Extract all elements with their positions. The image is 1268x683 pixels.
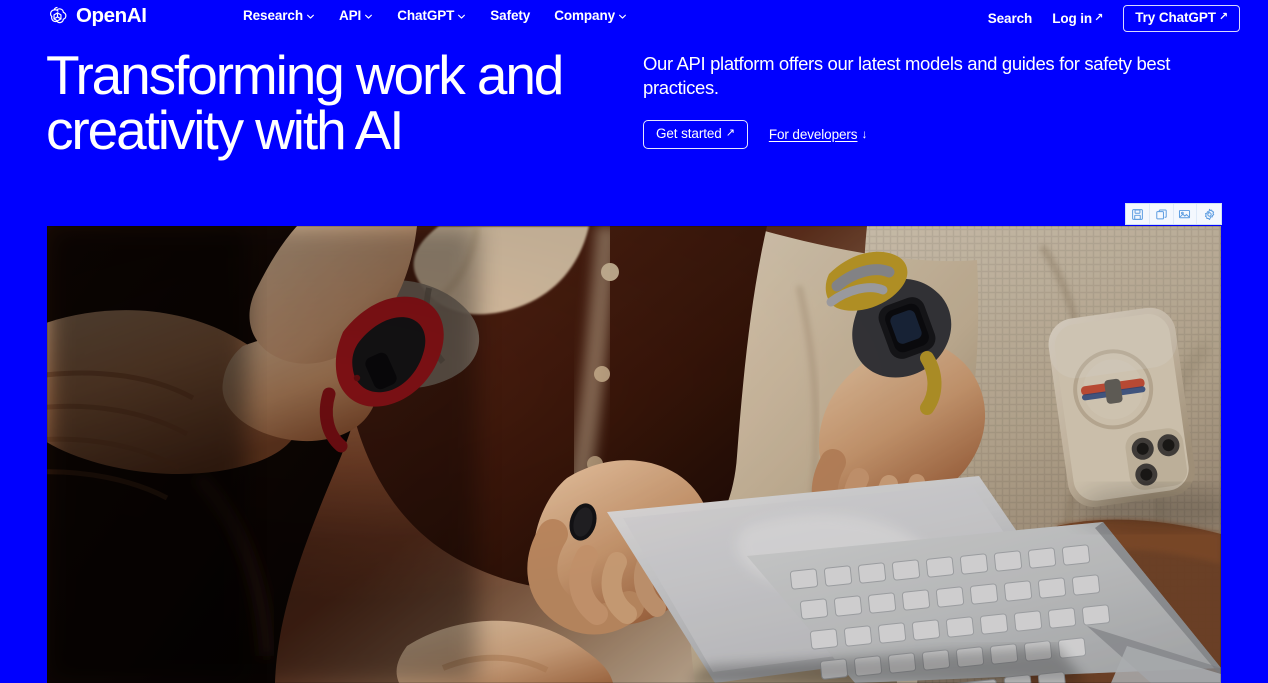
nav-item-safety-label: Safety: [490, 8, 531, 23]
for-developers-label: For developers: [768, 126, 858, 142]
secondary-nav-list: Search Log in ↗ Try ChatGPT ↗: [988, 5, 1240, 32]
arrow-up-right-icon: ↗: [725, 127, 735, 140]
nav-item-safety[interactable]: Safety: [490, 8, 530, 23]
search-label: Search: [987, 10, 1033, 26]
page-title: Transforming work and creativity with AI: [46, 44, 564, 161]
try-chatgpt-button[interactable]: Try ChatGPT ↗: [1123, 5, 1240, 32]
image-button[interactable]: [1174, 204, 1198, 224]
nav-item-api-label: API: [339, 8, 362, 23]
nav-item-chatgpt-label: ChatGPT: [397, 8, 455, 23]
nav-item-company-label: Company: [554, 8, 616, 23]
save-icon: [1131, 208, 1144, 221]
primary-nav-list: Research API ChatGPT Safety Company: [243, 8, 627, 23]
settings-gear-icon: [1203, 208, 1216, 221]
chevron-down-icon: [457, 12, 466, 21]
nav-item-research-label: Research: [243, 8, 303, 23]
top-navigation-bar: OpenAI Research API ChatGPT Safety Compa…: [0, 0, 1268, 34]
chevron-down-icon: [306, 12, 315, 21]
settings-button[interactable]: [1197, 204, 1221, 224]
login-label: Log in: [1052, 10, 1093, 26]
chevron-down-icon: [618, 12, 627, 21]
get-started-button[interactable]: Get started ↗: [643, 120, 748, 149]
brand-name: OpenAI: [76, 4, 147, 28]
save-button[interactable]: [1126, 204, 1150, 224]
nav-item-research[interactable]: Research: [243, 8, 315, 23]
brand-logo-link[interactable]: OpenAI: [46, 5, 147, 28]
nav-item-api[interactable]: API: [339, 8, 373, 23]
nav-item-chatgpt[interactable]: ChatGPT: [397, 8, 466, 23]
hero-image-canvas: [47, 226, 1221, 683]
search-button[interactable]: Search: [987, 10, 1033, 26]
try-chatgpt-label: Try ChatGPT: [1135, 10, 1216, 25]
hero-image: [47, 226, 1221, 683]
image-tools-toolbar: [1125, 203, 1222, 225]
chevron-down-icon: [364, 12, 373, 21]
copy-button[interactable]: [1150, 204, 1174, 224]
arrow-up-right-icon: ↗: [1094, 11, 1104, 24]
for-developers-link[interactable]: For developers ↓: [769, 127, 868, 142]
openai-logo-icon: [46, 5, 69, 28]
hero-subheadline: Our API platform offers our latest model…: [643, 53, 1171, 98]
image-icon: [1178, 208, 1191, 221]
arrow-down-icon: ↓: [861, 127, 868, 142]
login-link[interactable]: Log in ↗: [1052, 11, 1103, 26]
hero-action-row: Get started ↗ For developers ↓: [643, 120, 1223, 149]
arrow-up-right-icon: ↗: [1218, 11, 1228, 24]
copy-icon: [1155, 208, 1168, 221]
hero-section: Transforming work and creativity with AI…: [0, 44, 1268, 204]
hero-content-column: Our API platform offers our latest model…: [643, 52, 1223, 149]
page-root: OpenAI Research API ChatGPT Safety Compa…: [0, 0, 1268, 683]
nav-item-company[interactable]: Company: [554, 8, 627, 23]
get-started-label: Get started: [656, 126, 722, 141]
